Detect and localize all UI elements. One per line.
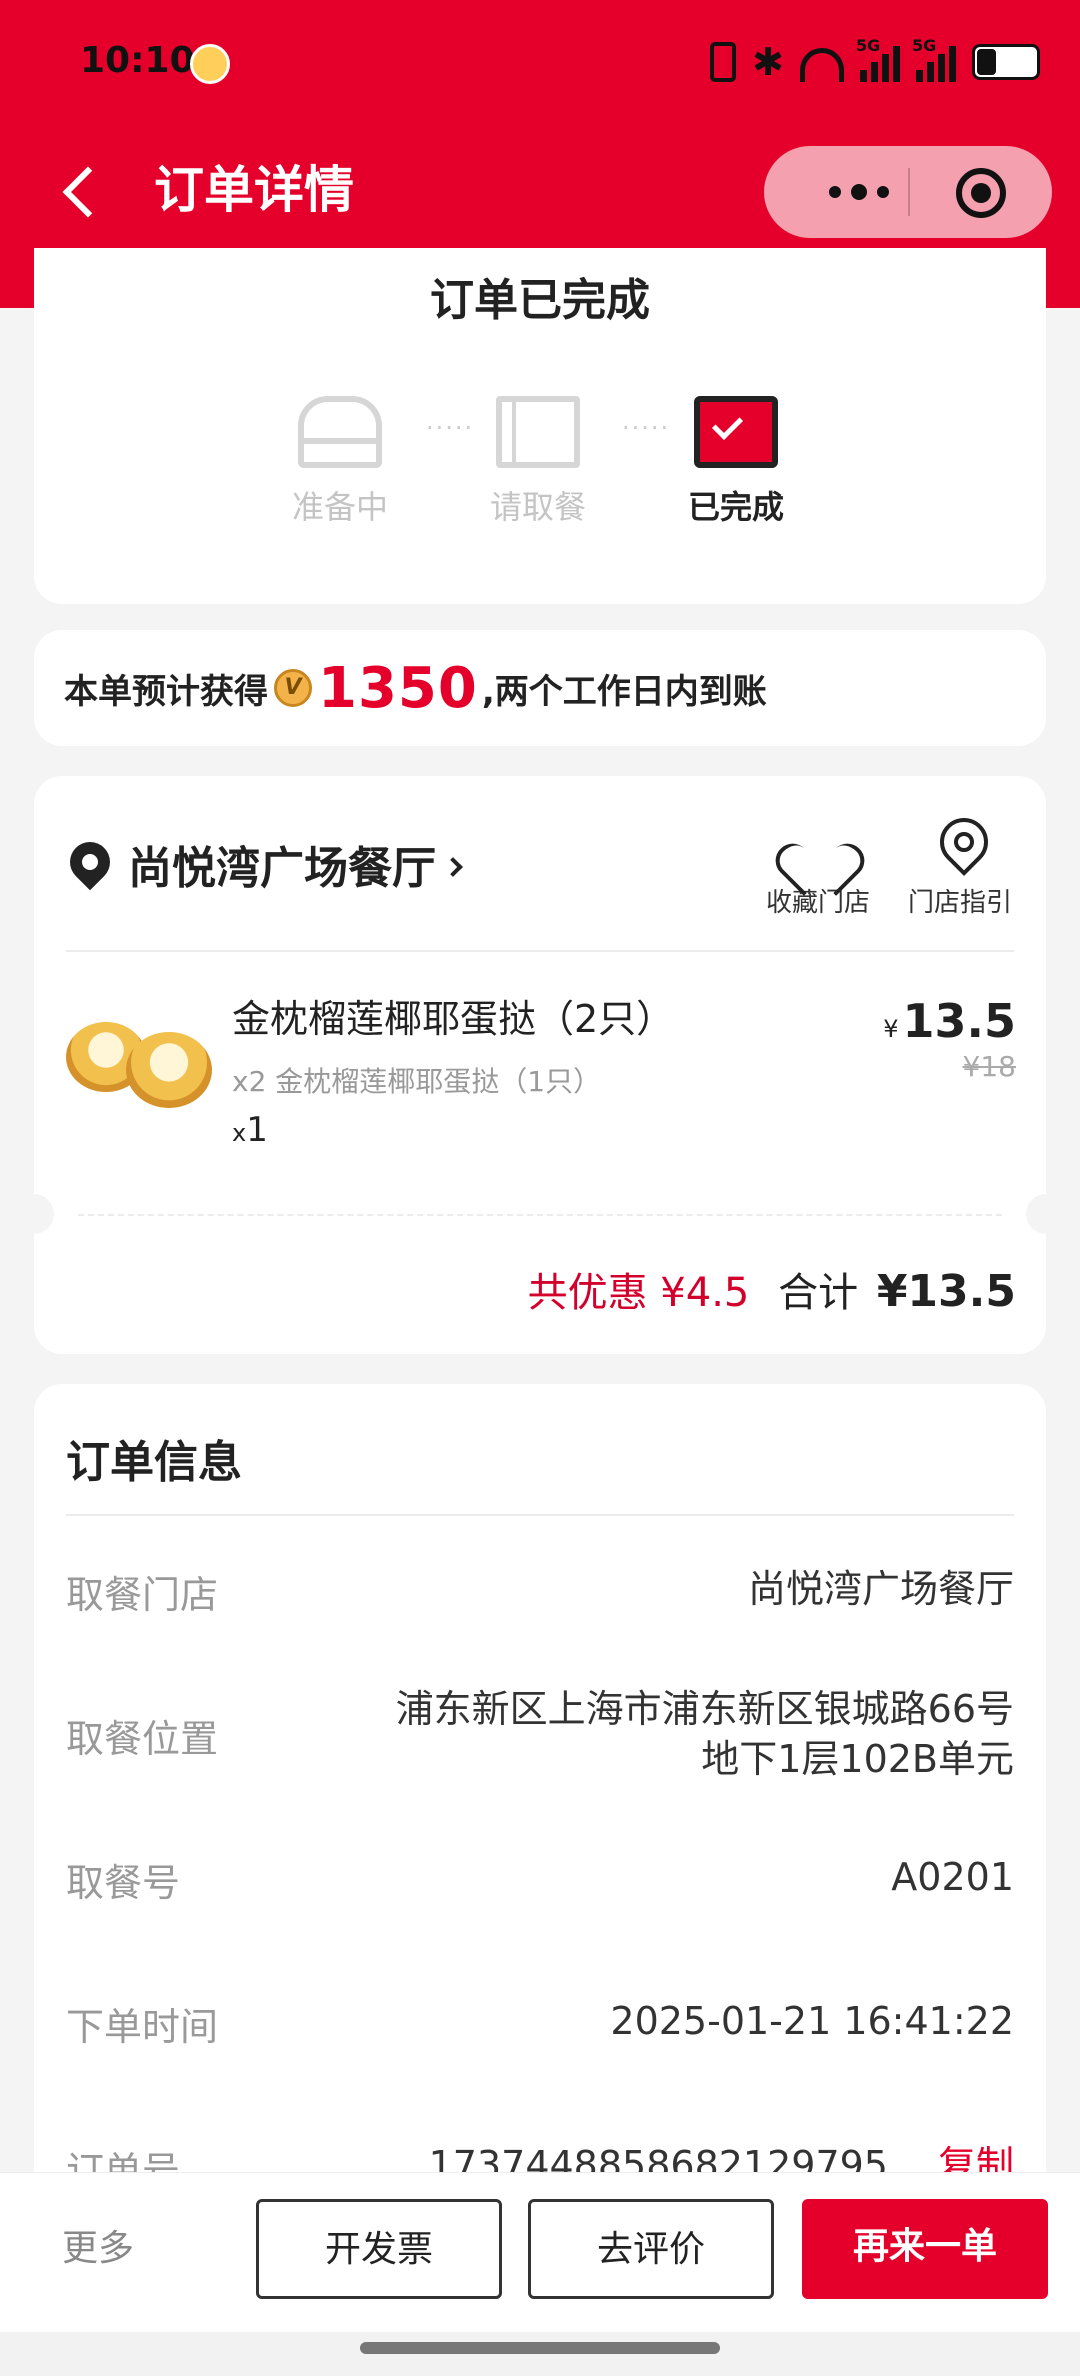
signal-icon-1: 5G (856, 36, 900, 82)
step-preparing: 准备中 (270, 396, 410, 528)
divider (66, 950, 1014, 952)
step-connector: ····· (622, 414, 671, 442)
review-button[interactable]: 去评价 (528, 2199, 774, 2299)
item-original-price: ¥18 (962, 1050, 1016, 1083)
egg-tart-image (66, 992, 216, 1112)
item-sub-detail: x2 金枕榴莲椰耶蛋挞（1只） (232, 1065, 602, 1098)
step-completed: 已完成 (666, 396, 806, 528)
points-value: 1350 (318, 655, 478, 721)
page-title: 订单详情 (154, 161, 354, 219)
miniprogram-capsule (764, 146, 1052, 238)
sum-value: ¥13.5 (876, 1266, 1016, 1317)
item-name: 金枕榴莲椰耶蛋挞（2只） (232, 997, 675, 1041)
location-pin-icon (61, 833, 119, 891)
bottom-action-bar: 更多 开发票 去评价 再来一单 (0, 2172, 1080, 2332)
store-name-link[interactable]: 尚悦湾广场餐厅 (128, 832, 463, 896)
store-guide-button[interactable]: 门店指引 (908, 816, 1012, 919)
order-status-title: 订单已完成 (430, 275, 650, 326)
order-status-card: 订单已完成 准备中 ····· 请取餐 ····· 已完成 (34, 248, 1046, 604)
item-price: ¥13.5 (883, 994, 1016, 1048)
reorder-button[interactable]: 再来一单 (802, 2199, 1048, 2299)
dashed-divider (78, 1214, 1002, 1216)
app-notification-icon (190, 44, 230, 84)
heart-icon (790, 816, 846, 872)
points-prefix: 本单预计获得 (64, 671, 268, 712)
order-info-title: 订单信息 (66, 1437, 242, 1488)
step-pickup: 请取餐 (468, 396, 608, 528)
back-arrow-icon[interactable] (56, 160, 116, 220)
kfc-bag-icon (496, 396, 580, 468)
order-totals: 共优惠 ¥4.5 合计 ¥13.5 (528, 1260, 1016, 1318)
location-guide-icon (932, 816, 988, 872)
wifi-icon (800, 42, 844, 82)
battery-icon: 5 (972, 44, 1040, 80)
points-card: 本单预计获得 V 1350 ,两个工作日内到账 (34, 630, 1046, 746)
navigation-bar: 订单详情 (0, 130, 1080, 250)
more-dots-icon[interactable] (804, 146, 914, 238)
favorite-store-button[interactable]: 收藏门店 (766, 816, 870, 919)
close-target-icon[interactable] (956, 168, 1006, 218)
home-indicator[interactable] (360, 2342, 720, 2354)
divider (66, 1514, 1014, 1516)
step-connector: ····· (426, 414, 475, 442)
item-quantity: x1 (232, 1110, 268, 1150)
v-coin-icon: V (274, 669, 312, 707)
sum-label: 合计 (778, 1270, 859, 1316)
points-suffix: ,两个工作日内到账 (481, 671, 767, 712)
vibrate-icon (710, 42, 737, 82)
more-button[interactable]: 更多 (62, 2173, 134, 2325)
burger-icon (298, 396, 382, 468)
status-icons: ✱ 5G 5G 5 (710, 36, 1040, 84)
signal-icon-2: 5G (912, 36, 956, 82)
bluetooth-icon: ✱ (752, 40, 784, 84)
discount-total: 共优惠 ¥4.5 (527, 1270, 750, 1316)
status-time: 10:10 (80, 40, 195, 81)
store-item-card: 尚悦湾广场餐厅 收藏门店 门店指引 金枕榴莲椰耶蛋挞（2只） x2 金枕榴莲椰耶… (14, 776, 1066, 1354)
status-bar: 10:10 ✱ 5G 5G 5 (0, 0, 1080, 130)
invoice-button[interactable]: 开发票 (256, 2199, 502, 2299)
completed-icon (694, 396, 778, 468)
chevron-right-icon (443, 857, 463, 877)
